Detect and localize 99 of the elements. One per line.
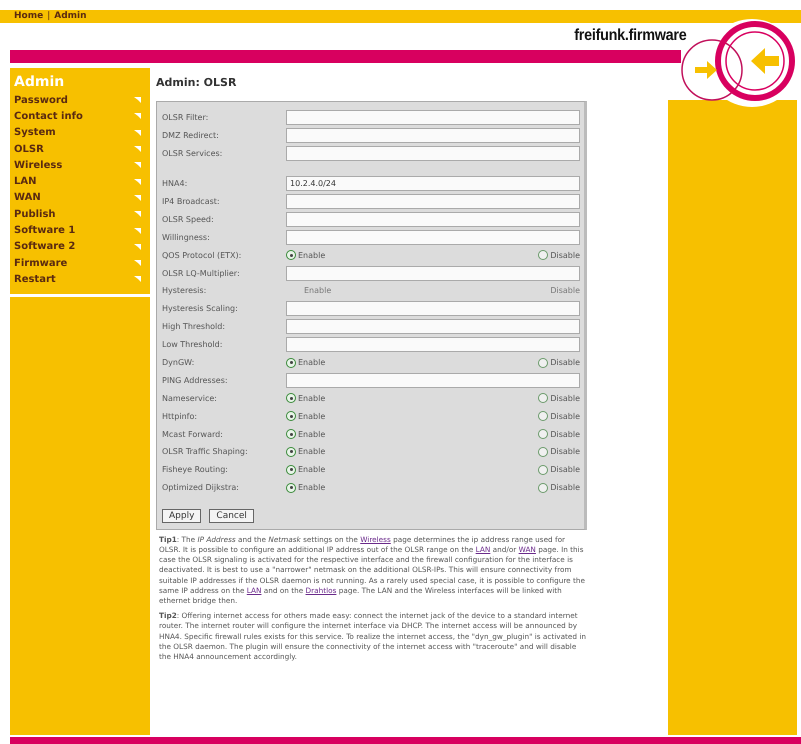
field-label: OLSR Filter: xyxy=(162,113,210,122)
field-label: Low Threshold: xyxy=(162,340,224,350)
arrow-icon xyxy=(133,161,143,170)
radio-button[interactable] xyxy=(538,446,548,457)
arrow-icon xyxy=(133,145,143,154)
sidebar-item[interactable]: WAN xyxy=(14,190,144,206)
field-label: Willingness: xyxy=(162,232,211,242)
sidebar-item[interactable]: LAN xyxy=(14,173,144,190)
option-label: Enable xyxy=(298,250,326,260)
field-label: QOS Protocol (ETX): xyxy=(162,250,242,260)
input-field[interactable] xyxy=(286,194,580,209)
radio-button[interactable] xyxy=(286,464,296,475)
sidebar-item[interactable]: Software 2 xyxy=(14,238,144,255)
field-label: Httpinfo: xyxy=(162,412,198,421)
breadcrumb-separator: | xyxy=(47,11,50,21)
arrow-icon xyxy=(133,259,143,268)
field-label: Hysteresis: xyxy=(162,286,208,296)
option-label: Disable xyxy=(550,412,580,421)
option-label: Enable xyxy=(298,412,326,421)
option-label: Enable xyxy=(298,358,326,368)
field-label: DynGW: xyxy=(162,358,196,368)
sidebar-item[interactable]: Contact info xyxy=(14,108,144,125)
option-label: Disable xyxy=(550,483,580,492)
field-label: High Threshold: xyxy=(162,322,226,332)
radio-button[interactable] xyxy=(286,411,296,422)
field-label: IP4 Broadcast: xyxy=(162,197,221,206)
radio-button[interactable] xyxy=(286,429,296,440)
input-field[interactable] xyxy=(286,128,580,144)
input-field[interactable] xyxy=(286,301,580,316)
sidebar-item[interactable]: Software 1 xyxy=(14,222,144,239)
option-label: Enable xyxy=(298,447,326,456)
sidebar-item[interactable]: Wireless xyxy=(14,157,144,174)
input-field[interactable] xyxy=(286,266,580,281)
arrow-icon xyxy=(133,194,143,202)
input-field[interactable] xyxy=(286,110,580,126)
field-label: PING Addresses: xyxy=(162,376,229,385)
sidebar-item[interactable]: Firmware xyxy=(14,254,144,272)
arrow-icon xyxy=(133,275,143,284)
arrow-icon xyxy=(133,178,143,186)
input-field[interactable] xyxy=(286,372,580,388)
field-label: Mcast Forward: xyxy=(162,430,224,439)
field-label: Hysteresis Scaling: xyxy=(162,304,239,314)
radio-button[interactable] xyxy=(286,250,296,260)
option-label: Enable xyxy=(298,394,326,403)
field-label: DMZ Redirect: xyxy=(162,131,220,140)
field-label: OLSR Traffic Shaping: xyxy=(162,447,249,456)
radio-button[interactable] xyxy=(538,358,548,368)
option-label: Disable xyxy=(550,394,580,403)
arrow-icon xyxy=(133,210,143,218)
field-label: Nameservice: xyxy=(162,394,218,403)
input-field[interactable] xyxy=(286,230,580,245)
input-field[interactable] xyxy=(286,319,580,334)
radio-button[interactable] xyxy=(538,482,548,493)
sidebar-item[interactable]: OLSR xyxy=(14,140,144,158)
sidebar-item[interactable]: System xyxy=(14,124,144,141)
sidebar-title: Admin xyxy=(14,74,66,90)
input-field[interactable] xyxy=(286,337,580,352)
radio-button[interactable] xyxy=(538,464,548,475)
input-field[interactable] xyxy=(286,212,580,227)
radio-button[interactable] xyxy=(538,250,548,260)
option-label: Disable xyxy=(550,286,580,296)
field-label: OLSR Speed: xyxy=(162,214,215,224)
breadcrumb-link[interactable]: Home xyxy=(14,11,44,21)
page-heading: Admin: OLSR xyxy=(156,76,238,89)
arrow-icon xyxy=(133,112,143,120)
input-field[interactable] xyxy=(286,146,580,162)
field-label: Fisheye Routing: xyxy=(162,465,229,474)
field-label: Optimized Dijkstra: xyxy=(162,483,240,492)
arrow-icon xyxy=(133,96,143,104)
option-label: Enable xyxy=(298,483,326,492)
sidebar-item[interactable]: Restart xyxy=(14,271,144,288)
radio-button[interactable] xyxy=(286,482,296,493)
radio-button[interactable] xyxy=(538,393,548,404)
field-label: HNA4: xyxy=(162,179,188,188)
breadcrumb-link[interactable]: Admin xyxy=(54,11,87,21)
sidebar-item[interactable]: Password xyxy=(14,92,144,108)
option-label: Disable xyxy=(550,465,580,474)
field-label: OLSR LQ-Multiplier: xyxy=(162,268,241,278)
arrow-icon xyxy=(133,128,143,137)
logo-text: freifunk.firmware xyxy=(574,27,687,45)
form-button[interactable]: Cancel xyxy=(209,508,254,523)
arrow-icon xyxy=(133,226,143,235)
arrow-icon xyxy=(133,242,143,251)
option-label: Enable xyxy=(298,465,326,474)
option-label: Enable xyxy=(298,430,326,439)
radio-button[interactable] xyxy=(286,358,296,368)
radio-button[interactable] xyxy=(538,411,548,422)
sidebar-item[interactable]: Publish xyxy=(14,206,144,222)
option-label: Disable xyxy=(550,447,580,456)
option-label: Disable xyxy=(550,430,580,439)
option-label: Enable xyxy=(304,286,332,296)
radio-button[interactable] xyxy=(286,393,296,404)
option-label: Disable xyxy=(550,358,580,368)
form-button[interactable]: Apply xyxy=(162,508,202,523)
input-field[interactable]: 10.2.4.0/24 xyxy=(286,176,580,192)
field-label: OLSR Services: xyxy=(162,149,224,158)
option-label: Disable xyxy=(550,250,580,260)
radio-button[interactable] xyxy=(286,446,296,457)
radio-button[interactable] xyxy=(538,429,548,440)
